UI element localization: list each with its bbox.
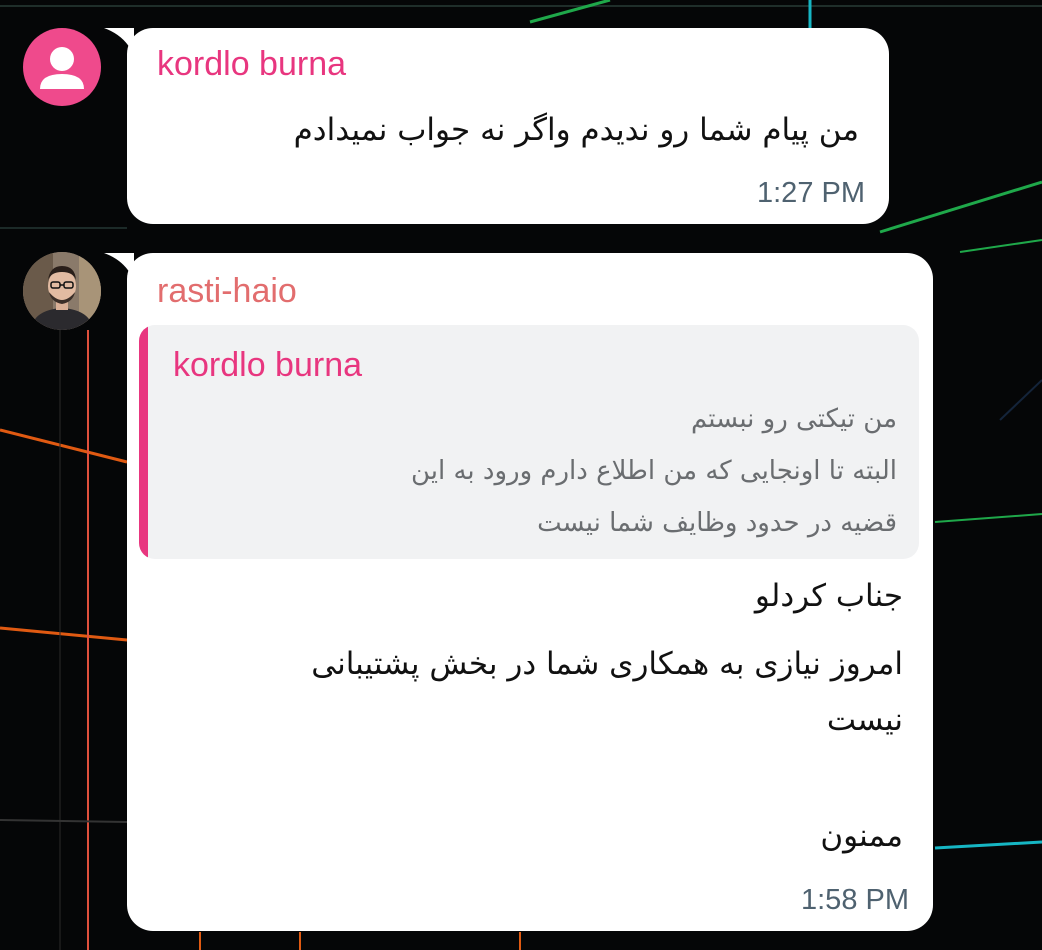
message-text-line: جناب کردلو (754, 578, 903, 614)
reply-text-line: من تیکتی رو نبستم (690, 404, 897, 434)
message-bubble[interactable]: kordlo burna من پیام شما رو ندیدم واگر ن… (127, 28, 889, 224)
message-bubble[interactable]: rasti-haio kordlo burna من تیکتی رو نبست… (127, 253, 933, 931)
reply-sender-name: kordlo burna (173, 346, 363, 384)
message-text-line: امروز نیازی به همکاری شما در بخش پشتیبان… (311, 646, 903, 682)
default-user-icon (40, 47, 84, 89)
message-text-line: ممنون (820, 818, 903, 854)
avatar-kordlo[interactable] (23, 28, 101, 106)
reply-quote-bar (139, 325, 148, 559)
message-time: 1:58 PM (801, 884, 909, 916)
sender-name[interactable]: rasti-haio (157, 271, 297, 311)
reply-text-line: البته تا اونجایی که من اطلاع دارم ورود ب… (410, 456, 897, 486)
reply-text-line: قضیه در حدود وظایف شما نیست (537, 508, 897, 538)
reply-quote[interactable]: kordlo burna من تیکتی رو نبستم البته تا … (139, 325, 919, 559)
avatar-rasti[interactable] (23, 252, 101, 330)
message-text-line: نیست (826, 702, 903, 738)
profile-photo (23, 252, 101, 330)
sender-name[interactable]: kordlo burna (157, 44, 346, 84)
message-time: 1:27 PM (757, 177, 865, 209)
message-text: من پیام شما رو ندیدم واگر نه جواب نمیداد… (293, 112, 859, 148)
